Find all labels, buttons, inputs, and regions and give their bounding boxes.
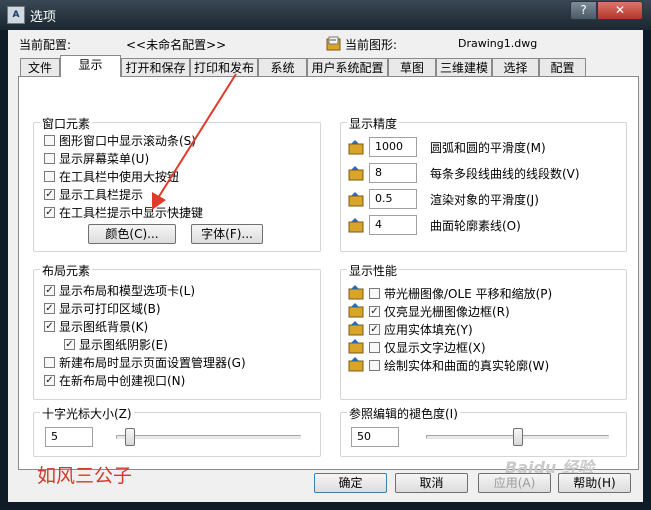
create-viewport-checkbox[interactable]: ✓ 在新布局中创建视口(N) <box>44 372 185 389</box>
help-title-button[interactable]: ? <box>570 1 597 20</box>
display-performance-group: 显示性能 带光栅图像/OLE 平移和缩放(P) ✓ 仅亮显光栅图像边框(R) ✓ 应… <box>340 262 627 400</box>
current-profile-label: 当前配置: <box>19 38 72 52</box>
checkbox-box: ✓ <box>44 375 55 386</box>
tab-user-preferences[interactable]: 用户系统配置 <box>307 58 388 76</box>
current-drawing-label: 当前图形: <box>345 38 398 52</box>
checkbox-box: ✓ <box>44 285 55 296</box>
tab-profiles[interactable]: 配置 <box>539 58 586 76</box>
display-performance-title: 显示性能 <box>347 262 400 279</box>
drawing-file-icon <box>326 36 341 51</box>
drawing-setting-icon <box>348 357 364 372</box>
autocad-app-icon: A <box>7 6 25 24</box>
fonts-button[interactable]: 字体(F)... <box>191 224 263 244</box>
checkbox-box: ✓ <box>64 339 75 350</box>
checkbox-box <box>44 153 55 164</box>
tab-system[interactable]: 系统 <box>258 58 307 76</box>
arc-smoothness-label: 圆弧和圆的平滑度(M) <box>430 141 546 155</box>
checkbox-box: ✓ <box>369 324 380 335</box>
polyline-segments-label: 每条多段线曲线的线段数(V) <box>430 167 580 181</box>
crosshair-size-input[interactable]: 5 <box>45 427 93 447</box>
checkbox-box: ✓ <box>44 189 55 200</box>
options-window: A 选项 ? ✕ 当前配置: <<未命名配置>> 当前图形: Drawing1.… <box>0 0 651 510</box>
drawing-setting-icon <box>348 285 364 300</box>
checkbox-box: ✓ <box>44 321 55 332</box>
watermark-text: 如风三公子 <box>37 465 133 487</box>
raster-pan-zoom-checkbox[interactable]: 带光栅图像/OLE 平移和缩放(P) <box>369 285 552 302</box>
display-tab-panel: 窗口元素 图形窗口中显示滚动条(S) 显示屏幕菜单(U) 在工具栏中使用大按钮 … <box>18 76 639 487</box>
window-elements-title: 窗口元素 <box>40 115 93 132</box>
text-boundary-checkbox[interactable]: 仅显示文字边框(X) <box>369 339 486 356</box>
xref-fade-title: 参照编辑的褪色度(I) <box>347 405 460 422</box>
printable-area-checkbox[interactable]: ✓ 显示可打印区域(B) <box>44 300 161 317</box>
layout-elements-title: 布局元素 <box>40 262 93 279</box>
colors-button[interactable]: 颜色(C)... <box>88 224 176 244</box>
checkbox-box <box>369 360 380 371</box>
polyline-segments-input[interactable]: 8 <box>369 163 417 183</box>
display-resolution-title: 显示精度 <box>347 115 400 132</box>
solid-fill-checkbox[interactable]: ✓ 应用实体填充(Y) <box>369 321 473 338</box>
layout-model-tabs-checkbox[interactable]: ✓ 显示布局和模型选项卡(L) <box>44 282 195 299</box>
close-button[interactable]: ✕ <box>597 1 643 20</box>
tab-files[interactable]: 文件 <box>20 58 60 76</box>
drawing-setting-icon <box>348 166 364 181</box>
raster-frame-checkbox[interactable]: ✓ 仅亮显光栅图像边框(R) <box>369 303 510 320</box>
drawing-setting-icon <box>348 339 364 354</box>
crosshair-size-title: 十字光标大小(Z) <box>40 405 134 422</box>
render-smoothness-label: 渲染对象的平滑度(J) <box>430 193 539 207</box>
tab-display[interactable]: 显示 <box>60 55 121 77</box>
checkbox-box <box>44 357 55 368</box>
checkbox-box: ✓ <box>44 207 55 218</box>
annotation-arrow <box>152 73 237 210</box>
crosshair-size-slider-track[interactable] <box>116 435 301 439</box>
screen-menu-checkbox[interactable]: 显示屏幕菜单(U) <box>44 150 149 167</box>
drawing-setting-icon <box>348 303 364 318</box>
xref-fade-input[interactable]: 50 <box>351 427 399 447</box>
ok-button[interactable]: 确定 <box>314 473 387 493</box>
tooltips-checkbox[interactable]: ✓ 显示工具栏提示 <box>44 186 143 203</box>
checkbox-box <box>44 171 55 182</box>
tab-selection[interactable]: 选择 <box>492 58 539 76</box>
contour-lines-input[interactable]: 4 <box>369 215 417 235</box>
true-silhouettes-checkbox[interactable]: 绘制实体和曲面的真实轮廓(W) <box>369 357 549 374</box>
drawing-setting-icon <box>348 140 364 155</box>
checkbox-box: ✓ <box>369 306 380 317</box>
current-drawing-value: Drawing1.dwg <box>458 37 538 50</box>
dialog-client: 当前配置: <<未命名配置>> 当前图形: Drawing1.dwg 文件 显示… <box>8 30 643 502</box>
tab-3d-modeling[interactable]: 三维建模 <box>436 58 492 76</box>
crosshair-size-group: 十字光标大小(Z) 5 <box>33 405 321 457</box>
title-bar[interactable]: A 选项 ? ✕ <box>0 0 651 30</box>
xref-fade-group: 参照编辑的褪色度(I) 50 <box>340 405 627 457</box>
drawing-setting-icon <box>348 218 364 233</box>
arc-smoothness-input[interactable]: 1000 <box>369 137 417 157</box>
checkbox-box: ✓ <box>44 303 55 314</box>
current-profile-value: <<未命名配置>> <box>126 38 227 52</box>
drawing-setting-icon <box>348 192 364 207</box>
contour-lines-label: 曲面轮廓素线(O) <box>430 219 521 233</box>
layout-elements-group: 布局元素 ✓ 显示布局和模型选项卡(L) ✓ 显示可打印区域(B) ✓ 显示图纸背景(… <box>33 262 321 400</box>
page-setup-manager-checkbox[interactable]: 新建布局时显示页面设置管理器(G) <box>44 354 246 371</box>
apply-button[interactable]: 应用(A) <box>478 473 551 493</box>
drawing-setting-icon <box>348 321 364 336</box>
checkbox-box <box>369 342 380 353</box>
crosshair-size-slider-thumb[interactable] <box>124 428 135 446</box>
xref-fade-slider-thumb[interactable] <box>512 428 523 446</box>
render-smoothness-input[interactable]: 0.5 <box>369 189 417 209</box>
tab-drafting[interactable]: 草图 <box>388 58 436 76</box>
paper-shadow-checkbox[interactable]: ✓ 显示图纸阴影(E) <box>64 336 168 353</box>
display-resolution-group: 显示精度 1000 圆弧和圆的平滑度(M) 8 每条多段线曲线的线段数(V) 0… <box>340 115 627 252</box>
cancel-button[interactable]: 取消 <box>395 473 468 493</box>
checkbox-box <box>44 135 55 146</box>
window-title: 选项 <box>30 10 57 25</box>
paper-background-checkbox[interactable]: ✓ 显示图纸背景(K) <box>44 318 148 335</box>
checkbox-box <box>369 288 380 299</box>
help-button[interactable]: 帮助(H) <box>558 473 631 493</box>
